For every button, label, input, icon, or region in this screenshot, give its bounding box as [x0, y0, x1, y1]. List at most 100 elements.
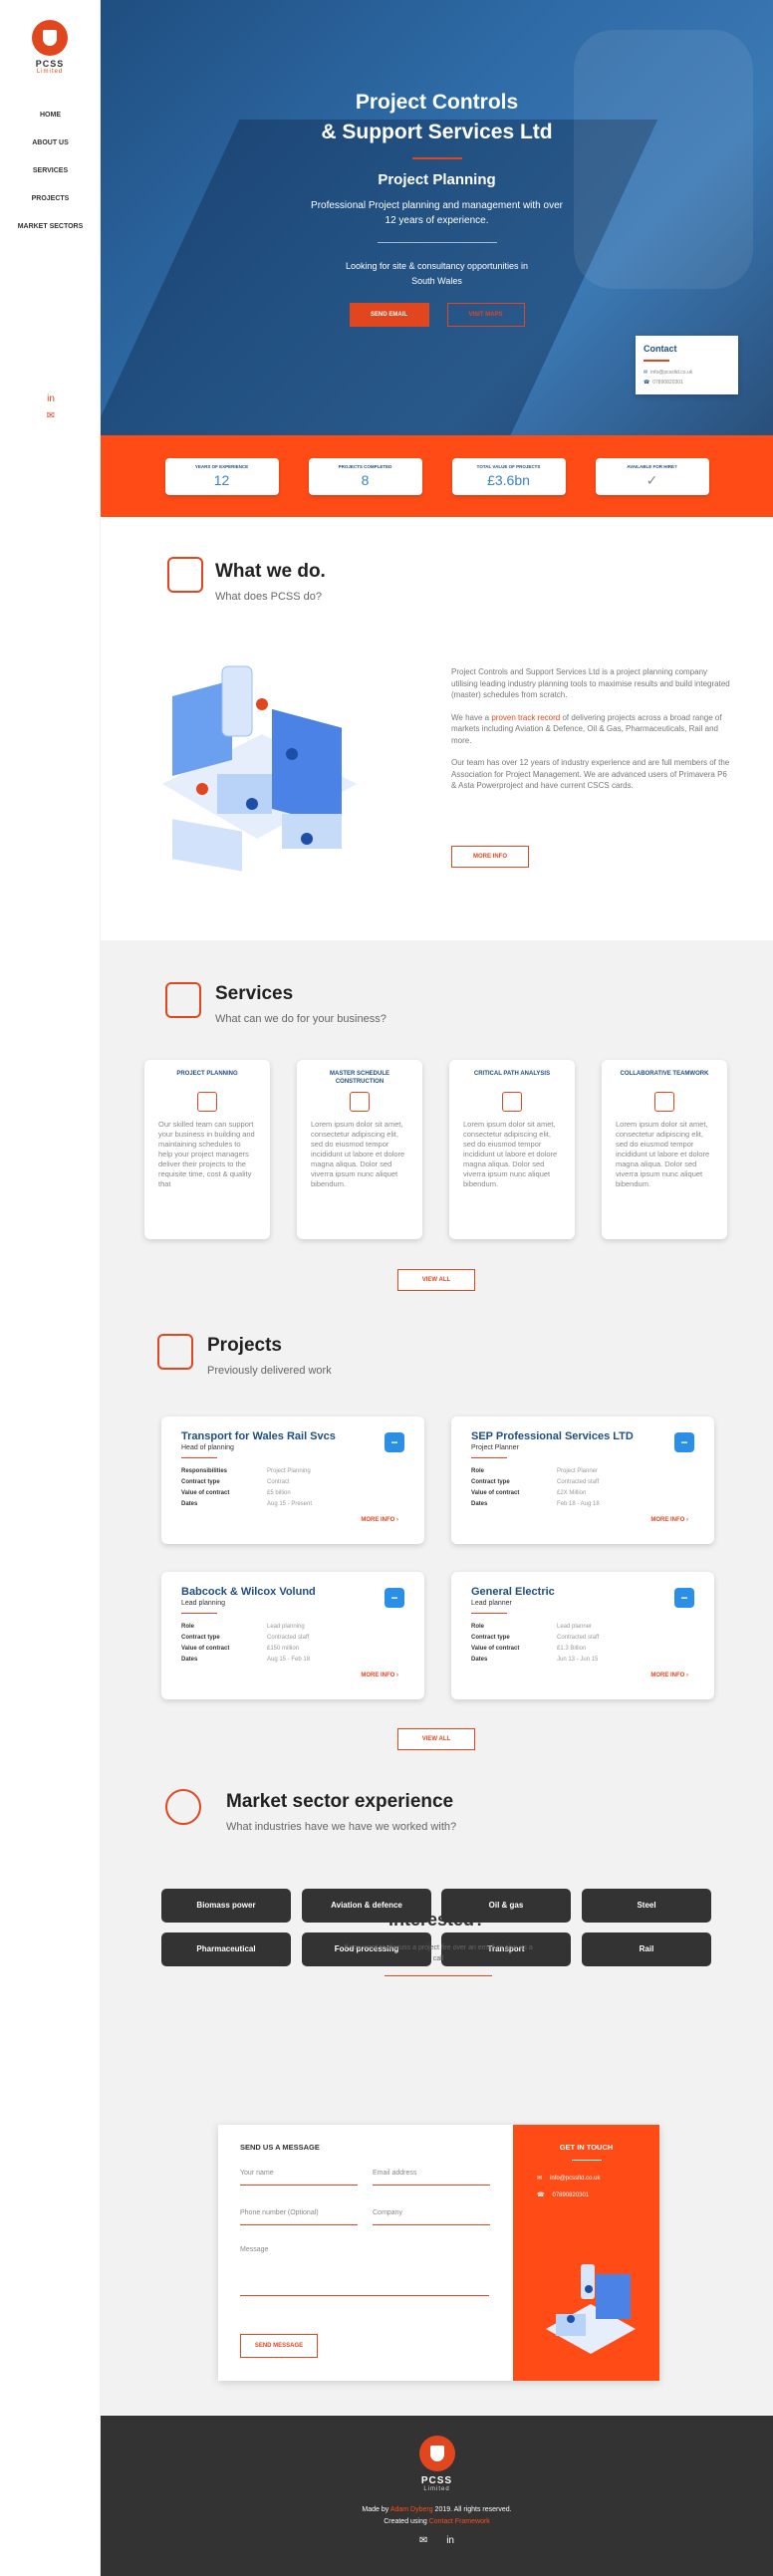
service-title: MASTER SCHEDULE CONSTRUCTION: [329, 1071, 389, 1085]
what-subtitle: What does PCSS do?: [215, 591, 323, 603]
more-info-button[interactable]: MORE INFO: [451, 846, 529, 868]
projects-view-all-button[interactable]: VIEW ALL: [397, 1728, 475, 1750]
row-value: Feb 18 - Aug 18: [557, 1501, 600, 1507]
framework-link[interactable]: Contact Framework: [429, 2518, 490, 2525]
footer-logo-badge[interactable]: [418, 2436, 455, 2471]
nav-item-market-sectors[interactable]: MARKET SECTORS: [0, 213, 101, 241]
project-role: Lead planning: [181, 1600, 225, 1607]
service-text: Lorem ipsum dolor sit amet, consectetur …: [311, 1120, 405, 1188]
services-view-all-button[interactable]: VIEW ALL: [397, 1269, 475, 1291]
created-prefix: Created using: [384, 2518, 429, 2525]
nav-item-about[interactable]: ABOUT US: [0, 129, 101, 157]
projects-icon: [157, 1334, 193, 1370]
gt-phone-text: 07890820301: [552, 2192, 590, 2198]
nav-item-projects[interactable]: PROJECTS: [0, 185, 101, 213]
row-value: Aug 15 - Present: [267, 1501, 313, 1507]
get-in-touch-phone[interactable]: ☎ 07890820301: [537, 2191, 636, 2198]
shield-icon: [429, 2446, 444, 2461]
project-row: Dates Aug 15 - Feb 18: [181, 1657, 404, 1663]
project-card-ge[interactable]: General Electric Lead planner − Role Lead…: [451, 1572, 714, 1699]
project-card-tfw[interactable]: Transport for Wales Rail Svcs Head of pl…: [161, 1417, 424, 1544]
what-text: Project Controls and Support Services Lt…: [451, 666, 730, 803]
planning-icon: [167, 557, 203, 593]
shield-icon: [43, 30, 57, 46]
email-field[interactable]: Email address: [373, 2170, 490, 2186]
hero-title-line-1: Project Controls: [355, 91, 519, 114]
row-value: Jun 13 - Jun 15: [557, 1657, 599, 1663]
collapse-icon[interactable]: −: [385, 1588, 404, 1608]
project-more-info-link[interactable]: MORE INFO ›: [650, 1673, 688, 1678]
row-key: Contract type: [471, 1479, 510, 1485]
what-p2-start: We have a: [451, 712, 492, 722]
form-heading: SEND US A MESSAGE: [240, 2143, 320, 2152]
company-field[interactable]: Company: [373, 2209, 490, 2225]
linkedin-icon[interactable]: in: [44, 393, 58, 404]
row-value: Project Planning: [267, 1468, 311, 1474]
collapse-icon[interactable]: −: [385, 1432, 404, 1452]
project-title: Transport for Wales Rail Svcs: [181, 1430, 336, 1442]
logo[interactable]: PCSS Limited: [31, 20, 69, 78]
proven-track-record-link[interactable]: proven track record: [491, 713, 560, 722]
mail-icon: ✉: [644, 370, 648, 376]
row-value: Contracted staff: [557, 1479, 600, 1485]
project-row: Value of contract £1.3 Billion: [471, 1646, 694, 1652]
message-field[interactable]: Message: [240, 2246, 489, 2296]
linkedin-icon[interactable]: in: [446, 2535, 454, 2546]
stat-label: TOTAL VALUE OF PROJECTS: [476, 463, 541, 469]
nav-item-services[interactable]: SERVICES: [0, 157, 101, 185]
phone-field[interactable]: Phone number (Optional): [240, 2209, 358, 2225]
project-row: Contract type Contracted staff: [471, 1479, 694, 1485]
markets-title: Market sector experience: [226, 1791, 454, 1812]
main: Project Controls & Support Services Ltd …: [101, 0, 773, 2415]
project-card-babcock[interactable]: Babcock & Wilcox Volund Lead planning − …: [161, 1572, 424, 1699]
contact-email[interactable]: ✉ info@pcssltd.co.uk: [644, 370, 730, 376]
project-card-sep[interactable]: SEP Professional Services LTD Project Pl…: [451, 1417, 714, 1544]
sector-pharmaceutical[interactable]: Pharmaceutical: [161, 1932, 291, 1966]
row-key: Value of contract: [181, 1490, 230, 1496]
collapse-icon[interactable]: −: [674, 1432, 694, 1452]
author-link[interactable]: Adam Dyberg: [390, 2506, 433, 2513]
send-message-button[interactable]: SEND MESSAGE: [240, 2334, 318, 2358]
row-key: Dates: [181, 1657, 198, 1663]
service-text: Our skilled team can support your busine…: [158, 1120, 255, 1188]
project-more-info-link[interactable]: MORE INFO ›: [650, 1517, 688, 1523]
service-card-critical-path[interactable]: CRITICAL PATH ANALYSIS Lorem ipsum dolor…: [449, 1060, 575, 1239]
email-icon[interactable]: ✉: [44, 410, 58, 421]
hero-title-line-2: & Support Services Ltd: [321, 121, 553, 143]
row-value: £1.3 Billion: [557, 1646, 587, 1652]
nav-item-home[interactable]: HOME: [0, 102, 101, 129]
contact-phone[interactable]: ☎ 07890820301: [644, 380, 730, 386]
project-more-info-link[interactable]: MORE INFO ›: [361, 1517, 398, 1523]
service-title: PROJECT PLANNING: [176, 1071, 238, 1077]
sector-rail[interactable]: Rail: [582, 1932, 711, 1966]
hero-description: Professional Project planning and manage…: [311, 200, 563, 226]
get-in-touch-email[interactable]: ✉ info@pcssltd.co.uk: [537, 2175, 636, 2182]
service-card-planning[interactable]: PROJECT PLANNING Our skilled team can su…: [144, 1060, 270, 1239]
visit-maps-button[interactable]: VISIT MAPS: [446, 303, 525, 327]
footer-made-by: Made by Adam Dyberg 2019. All rights res…: [101, 2506, 773, 2513]
contact-divider: [644, 360, 669, 362]
stat-available: AVAILABLE FOR HIRE? ✓: [595, 457, 709, 495]
row-key: Contract type: [471, 1635, 510, 1641]
row-key: Dates: [181, 1501, 198, 1507]
service-card-teamwork[interactable]: COLLABORATIVE TEAMWORK Lorem ipsum dolor…: [602, 1060, 727, 1239]
project-row: Role Project Planner: [471, 1468, 694, 1474]
mail-icon: ✉: [537, 2176, 543, 2182]
service-title: CRITICAL PATH ANALYSIS: [473, 1071, 551, 1077]
project-row: Dates Jun 13 - Jun 15: [471, 1657, 694, 1663]
name-field[interactable]: Your name: [240, 2170, 358, 2186]
send-email-button[interactable]: SEND EMAIL: [349, 303, 429, 327]
services-subtitle: What can we do for your business?: [215, 1013, 386, 1025]
footer-social: ✉ in: [101, 2535, 773, 2546]
row-value: Lead planning: [267, 1624, 305, 1630]
stat-label: AVAILABLE FOR HIRE?: [627, 463, 677, 469]
hero-divider: [411, 157, 462, 159]
email-icon[interactable]: ✉: [419, 2535, 427, 2546]
collapse-icon[interactable]: −: [674, 1588, 694, 1608]
project-more-info-link[interactable]: MORE INFO ›: [361, 1673, 398, 1678]
service-card-master-schedule[interactable]: MASTER SCHEDULE CONSTRUCTION Lorem ipsum…: [297, 1060, 422, 1239]
contact-illustration: [546, 2264, 636, 2354]
project-row: Role Lead planner: [471, 1624, 694, 1630]
hero-looking: Looking for site & consultancy opportuni…: [345, 261, 529, 286]
project-row: Role Lead planning: [181, 1624, 404, 1630]
